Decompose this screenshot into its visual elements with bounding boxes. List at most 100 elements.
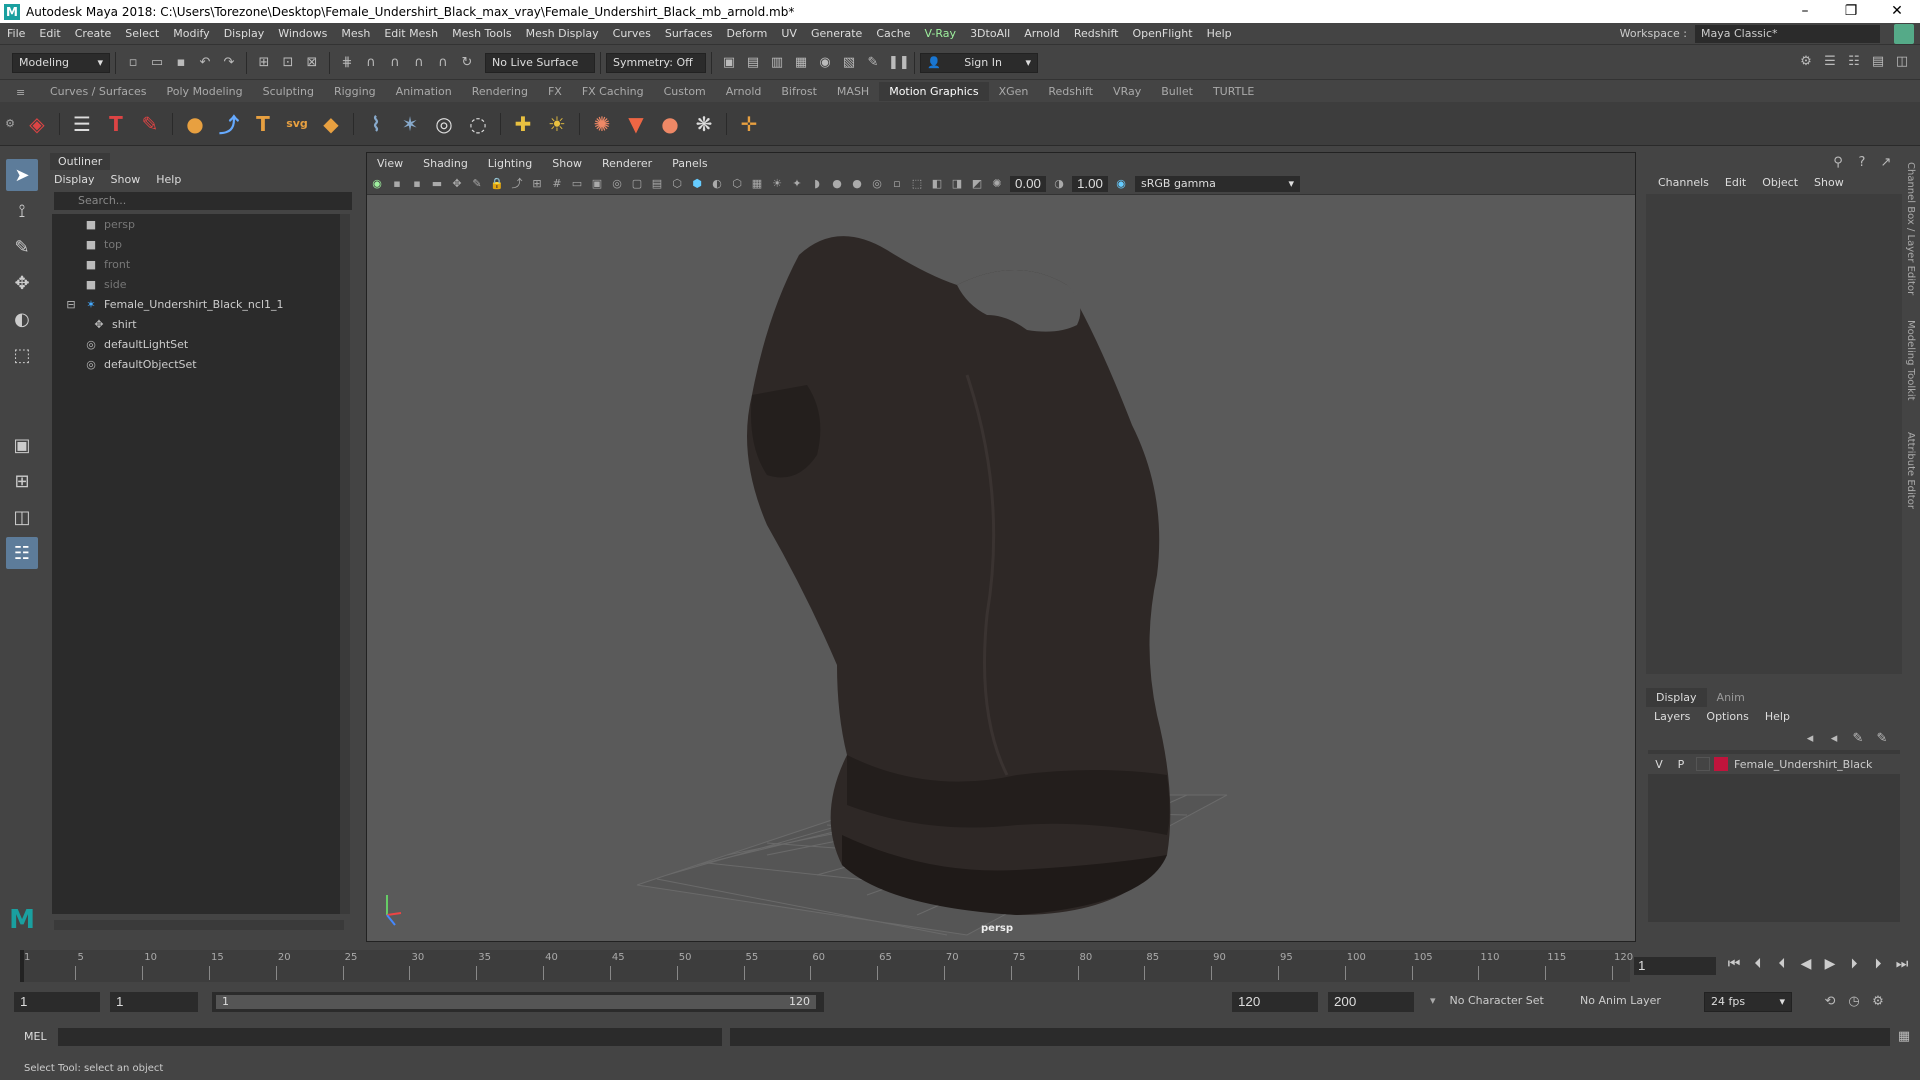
- new-layer-icon[interactable]: ✎: [1849, 730, 1867, 748]
- step-forward-key-icon[interactable]: ⏵: [1866, 956, 1890, 972]
- menu-deform[interactable]: Deform: [719, 27, 774, 40]
- view-transform-dropdown[interactable]: sRGB gamma ▾: [1135, 175, 1300, 192]
- menu-help[interactable]: Help: [1200, 27, 1239, 40]
- locator-icon[interactable]: ✛: [734, 109, 764, 139]
- menu-create[interactable]: Create: [68, 27, 119, 40]
- viewport-menu-show[interactable]: Show: [542, 157, 592, 170]
- fluid-icon[interactable]: ●: [655, 109, 685, 139]
- shadows-icon[interactable]: ◗: [810, 177, 824, 191]
- xray-active-icon[interactable]: ◨: [950, 177, 964, 191]
- menu-cache[interactable]: Cache: [869, 27, 917, 40]
- svg-icon[interactable]: svg: [282, 109, 312, 139]
- mash-outliner-icon[interactable]: ☰: [67, 109, 97, 139]
- lock-icon[interactable]: [1894, 23, 1914, 44]
- list-item[interactable]: ■ front: [84, 256, 130, 274]
- menu-set-dropdown[interactable]: Modeling ▾: [12, 52, 110, 73]
- ambient-occlusion-icon[interactable]: ●: [830, 177, 844, 191]
- anim-layer-dropdown[interactable]: No Anim Layer: [1580, 994, 1661, 1007]
- layer-playback-toggle[interactable]: P: [1670, 758, 1692, 771]
- fps-dropdown[interactable]: 24 fps ▾: [1704, 992, 1792, 1012]
- animation-start-field[interactable]: [110, 992, 198, 1012]
- list-item[interactable]: ■ side: [84, 276, 127, 294]
- image-plane-icon[interactable]: ▬: [430, 177, 444, 191]
- viewport-menu-shading[interactable]: Shading: [413, 157, 478, 170]
- current-frame-field[interactable]: [1634, 957, 1716, 975]
- viewport-menu-renderer[interactable]: Renderer: [592, 157, 662, 170]
- film-gate-icon[interactable]: ▭: [570, 177, 584, 191]
- shelf-tab-sculpting[interactable]: Sculpting: [253, 82, 324, 101]
- bookmark-icon[interactable]: ▪: [410, 177, 424, 191]
- menu-mesh-tools[interactable]: Mesh Tools: [445, 27, 519, 40]
- snap-view-icon[interactable]: ∩: [410, 54, 428, 72]
- redo-icon[interactable]: ↷: [220, 54, 238, 72]
- move-tool-icon[interactable]: ✥: [6, 267, 38, 299]
- viewport-menu-lighting[interactable]: Lighting: [478, 157, 542, 170]
- tab-anim-layers[interactable]: Anim: [1707, 688, 1755, 707]
- shelf-tab-curves-surfaces[interactable]: Curves / Surfaces: [40, 82, 157, 101]
- two-view-icon[interactable]: ◫: [6, 501, 38, 533]
- snap-pivot-icon[interactable]: ↻: [458, 54, 476, 72]
- go-to-start-icon[interactable]: ⏮: [1722, 956, 1746, 972]
- menu-surfaces[interactable]: Surfaces: [658, 27, 720, 40]
- field-chart-icon[interactable]: ◎: [610, 177, 624, 191]
- outliner-horizontal-scrollbar[interactable]: [54, 920, 344, 930]
- workspace-dropdown[interactable]: Maya Classic*: [1695, 24, 1880, 43]
- sign-in-dropdown[interactable]: 👤 Sign In ▾: [920, 52, 1038, 73]
- cloth-icon[interactable]: ▼: [621, 109, 651, 139]
- list-item[interactable]: ◎ defaultLightSet: [84, 336, 188, 354]
- layer-help-menu[interactable]: Help: [1757, 708, 1798, 725]
- render-icon[interactable]: ▣: [720, 54, 738, 72]
- menu-edit[interactable]: Edit: [32, 27, 67, 40]
- outliner-menu-show[interactable]: Show: [103, 171, 149, 188]
- menu-arnold[interactable]: Arnold: [1017, 27, 1067, 40]
- four-view-icon[interactable]: ⊞: [6, 465, 38, 497]
- layer-color-swatch[interactable]: [1714, 757, 1728, 771]
- move-layer-up-icon[interactable]: ◂: [1801, 730, 1819, 748]
- channel-show-menu[interactable]: Show: [1806, 174, 1852, 191]
- shelf-tab-xgen[interactable]: XGen: [989, 82, 1039, 101]
- camera-lock-icon[interactable]: 🔒: [490, 177, 504, 191]
- ipr-render-icon[interactable]: ▥: [768, 54, 786, 72]
- animation-end-field[interactable]: [1328, 992, 1414, 1012]
- text-icon[interactable]: T: [248, 109, 278, 139]
- shelf-menu-icon[interactable]: ≡: [16, 86, 25, 99]
- wireframe-icon[interactable]: ⬡: [670, 177, 684, 191]
- layer-visibility-toggle[interactable]: V: [1648, 758, 1670, 771]
- light-add-icon[interactable]: ✚: [508, 109, 538, 139]
- menu-select[interactable]: Select: [118, 27, 166, 40]
- snap-grid-icon[interactable]: ⋕: [338, 54, 356, 72]
- bend-icon[interactable]: ◌: [463, 109, 493, 139]
- side-tab-attribute-editor[interactable]: Attribute Editor: [1905, 432, 1916, 509]
- isolate-icon[interactable]: ⤴: [510, 177, 524, 191]
- render-view-icon[interactable]: ▧: [840, 54, 858, 72]
- anti-aliasing-icon[interactable]: ◎: [870, 177, 884, 191]
- resolution-gate-icon[interactable]: ⊞: [530, 177, 544, 191]
- menu-curves[interactable]: Curves: [606, 27, 658, 40]
- shelf-tab-rigging[interactable]: Rigging: [324, 82, 386, 101]
- single-view-icon[interactable]: ▣: [6, 429, 38, 461]
- range-slider[interactable]: 1 120: [212, 992, 824, 1012]
- default-material-icon[interactable]: ◐: [710, 177, 724, 191]
- shelf-tab-turtle[interactable]: TURTLE: [1203, 82, 1264, 101]
- select-hierarchy-icon[interactable]: ⊞: [255, 54, 273, 72]
- play-backward-icon[interactable]: ◀: [1794, 956, 1818, 972]
- backface-icon[interactable]: ◩: [970, 177, 984, 191]
- two-d-pan-icon[interactable]: ✥: [450, 177, 464, 191]
- save-scene-icon[interactable]: ▪: [172, 54, 190, 72]
- curve-icon[interactable]: ⤴: [214, 109, 244, 139]
- sphere-icon[interactable]: ●: [180, 109, 210, 139]
- lasso-tool-icon[interactable]: ⟟: [6, 195, 38, 227]
- shelf-tab-rendering[interactable]: Rendering: [462, 82, 538, 101]
- undo-icon[interactable]: ↶: [196, 54, 214, 72]
- shelf-tab-vray[interactable]: VRay: [1103, 82, 1151, 101]
- list-item[interactable]: ⊟ ✶ Female_Undershirt_Black_ncl1_1: [64, 296, 283, 314]
- menu-generate[interactable]: Generate: [804, 27, 869, 40]
- side-tab-channel-box[interactable]: Channel Box / Layer Editor: [1905, 162, 1916, 295]
- field-icon[interactable]: ❋: [689, 109, 719, 139]
- symmetry-dropdown[interactable]: Symmetry: Off: [606, 52, 706, 73]
- scale-tool-icon[interactable]: ⬚: [6, 339, 38, 371]
- gamma-field[interactable]: [1072, 175, 1108, 192]
- list-item[interactable]: ■ top: [84, 236, 122, 254]
- time-slider[interactable]: 1 5 10 15 20 25 30 35 40 45 50 55 60 65 70 75 80 85 90 95 10…: [0, 946, 1920, 986]
- smooth-shade-icon[interactable]: ⬢: [690, 177, 704, 191]
